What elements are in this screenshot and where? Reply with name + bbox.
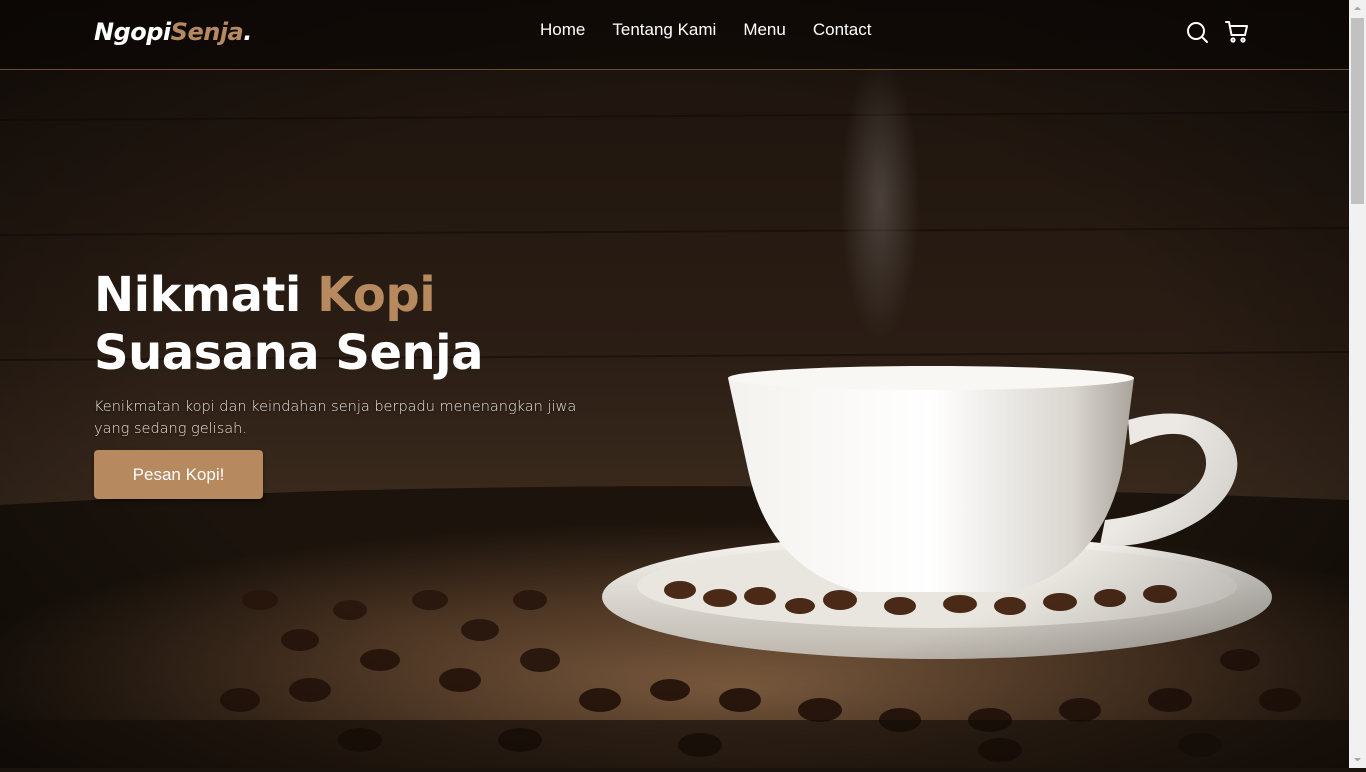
hero-title-line2: Suasana Senja	[94, 325, 484, 381]
hero-title-plain: Nikmati	[94, 267, 318, 323]
nav-link-contact[interactable]: Contact	[813, 20, 872, 40]
nav-links: Home Tentang Kami Menu Contact	[540, 20, 898, 40]
nav-link-home[interactable]: Home	[540, 20, 585, 40]
scrollbar-thumb[interactable]	[1351, 18, 1364, 204]
shopping-cart-icon[interactable]	[1225, 20, 1249, 44]
viewport: NgopiSenja. Home Tentang Kami Menu Conta…	[0, 0, 1349, 768]
brand-logo[interactable]: NgopiSenja.	[94, 18, 252, 46]
nav-icons	[1185, 20, 1249, 44]
nav-link-menu[interactable]: Menu	[743, 20, 786, 40]
hero-content: Nikmati Kopi Suasana Senja Kenikmatan ko…	[94, 266, 654, 440]
navbar: NgopiSenja. Home Tentang Kami Menu Conta…	[0, 0, 1349, 70]
search-icon[interactable]	[1185, 20, 1209, 44]
order-coffee-button[interactable]: Pesan Kopi!	[94, 450, 263, 499]
nav-link-tentang-kami[interactable]: Tentang Kami	[612, 20, 716, 40]
brand-name-accent: Senja	[170, 18, 244, 46]
brand-name-dot: .	[243, 18, 252, 46]
hero-description: Kenikmatan kopi dan keindahan senja berp…	[94, 399, 577, 437]
hero-title-accent: Kopi	[317, 267, 436, 323]
scroll-down-arrow-icon[interactable]	[1349, 751, 1366, 768]
hero-title: Nikmati Kopi Suasana Senja	[94, 266, 654, 382]
scroll-up-arrow-icon[interactable]	[1349, 0, 1366, 17]
brand-name-main: Ngopi	[94, 18, 171, 46]
